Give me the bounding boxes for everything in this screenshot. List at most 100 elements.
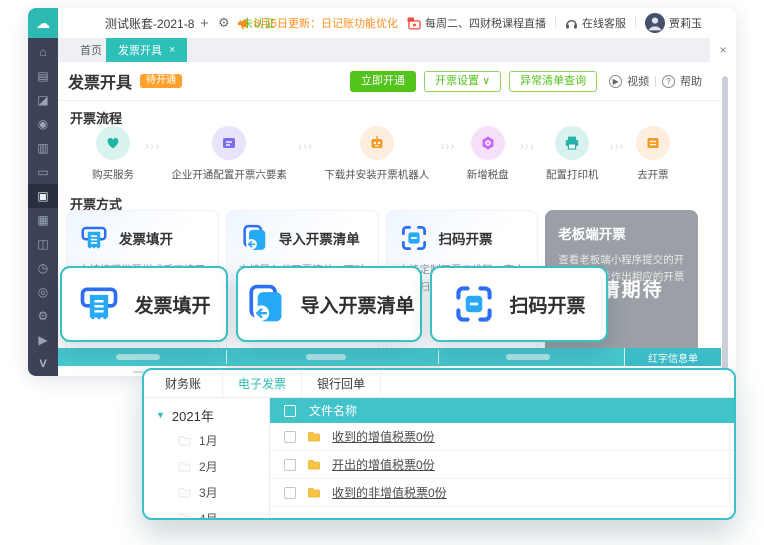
close-icon: × — [719, 43, 726, 57]
overlay-card-scan-code[interactable]: 扫码开票 — [430, 266, 608, 342]
account-name: 测试账套-2021-8 — [105, 15, 194, 32]
file-link[interactable]: 收到的增值税票0份 — [332, 428, 435, 445]
file-link[interactable]: 收到的非增值税票0份 — [332, 484, 447, 501]
overlay-card-fill-invoice[interactable]: 发票填开 — [60, 266, 228, 342]
divider — [58, 100, 722, 101]
invoice-settings-button[interactable]: 开票设置 ∨ — [424, 71, 501, 92]
step-go-invoice[interactable]: 去开票 — [636, 126, 670, 182]
app-logo[interactable]: ☁ — [28, 8, 58, 38]
tab-close-icon[interactable]: × — [169, 44, 175, 56]
tree-node-month-2[interactable]: 2月 — [144, 453, 269, 479]
invoice-printer-icon — [79, 223, 109, 253]
step-configure-elements[interactable]: 企业开通配置开票六要素 — [171, 126, 287, 182]
select-all-checkbox[interactable] — [284, 405, 296, 417]
folder-icon — [307, 459, 321, 470]
assets-icon: ▦ — [37, 213, 48, 227]
invoice-printer-icon — [77, 282, 121, 326]
sidebar-item-brand[interactable]: V — [28, 352, 58, 376]
efile-panel: 财务账 电子发票 银行回单 ▼ 2021年 1月 2月 3月 4月 — [142, 368, 736, 520]
billing-icon: ▭ — [37, 165, 48, 179]
file-link[interactable]: 开出的增值税票0份 — [332, 456, 435, 473]
overlay-card-import-list[interactable]: 导入开票清单 — [236, 266, 422, 342]
topbar-right: 8月5日更新：日记账功能优化 每周二、四财税课程直播 在线客服 — [237, 8, 702, 38]
tree-node-month-1[interactable]: 1月 — [144, 427, 269, 453]
tab-bar: 首页 发票开具 × × — [58, 38, 736, 62]
user-menu[interactable]: 贾莉玉 — [645, 13, 702, 33]
sidebar-item-history[interactable]: ◷ — [28, 256, 58, 280]
sidebar: ⌂ ▤ ◪ ◉ ▥ ▭ ▣ ▦ ◫ ◷ ◎ ⚙ ▶ V — [28, 38, 58, 376]
voucher-icon: ▤ — [37, 69, 48, 83]
step-install-robot[interactable]: 下载并安装开票机器人 — [324, 126, 429, 182]
tree-node-month-3[interactable]: 3月 — [144, 479, 269, 505]
row-checkbox[interactable] — [284, 459, 296, 471]
sidebar-item-settings[interactable]: ⚙ — [28, 304, 58, 328]
content-close-button[interactable]: × — [710, 38, 736, 62]
header-actions: 立即开通 开票设置 ∨ 异常清单查询 ▶ 视频 | ? 帮助 — [350, 71, 702, 92]
megaphone-icon — [237, 17, 250, 30]
video-link[interactable]: 视频 — [627, 73, 649, 89]
help-icon: ? — [662, 75, 675, 88]
cell-placeholder — [133, 371, 143, 373]
add-button[interactable]: + — [200, 8, 209, 38]
sidebar-item-funds[interactable]: ◉ — [28, 112, 58, 136]
printer-icon: ◫ — [37, 237, 48, 251]
row-checkbox[interactable] — [284, 431, 296, 443]
vertical-scrollbar[interactable] — [722, 76, 728, 370]
account-icon: ◎ — [38, 285, 48, 299]
live-course-link[interactable]: 每周二、四财税课程直播 — [407, 15, 546, 31]
file-row: 开出的增值税票0份 — [270, 451, 734, 479]
sidebar-item-billing[interactable]: ▭ — [28, 160, 58, 184]
row-checkbox[interactable] — [284, 487, 296, 499]
step-buy-service[interactable]: 购买服务 — [92, 126, 134, 182]
file-row: 收到的非增值税票0份 — [270, 479, 734, 507]
step-arrow-icon: ››› — [440, 139, 455, 153]
tab-invoice-active[interactable]: 发票开具 × — [106, 38, 187, 62]
funds-icon: ◉ — [38, 117, 48, 131]
tab-e-invoice[interactable]: 电子发票 — [223, 370, 302, 397]
gear-icon[interactable]: ⚙ — [218, 8, 230, 38]
step-add-tax-disk[interactable]: 新增税盘 — [467, 126, 509, 182]
tab-bank-receipt[interactable]: 银行回单 — [302, 370, 381, 397]
update-notice-link[interactable]: 8月5日更新：日记账功能优化 — [237, 15, 398, 31]
folder-outline-icon — [178, 513, 191, 521]
video-icon: ▶ — [38, 333, 47, 347]
import-list-icon — [243, 282, 287, 326]
sidebar-item-assets[interactable]: ▦ — [28, 208, 58, 232]
home-icon: ⌂ — [39, 45, 46, 59]
sidebar-item-tutorial[interactable]: ▶ — [28, 328, 58, 352]
tree-node-2021[interactable]: ▼ 2021年 — [144, 403, 269, 427]
report-icon: ◪ — [37, 93, 48, 107]
folder-icon — [307, 431, 321, 442]
step-configure-printer[interactable]: 配置打印机 — [546, 126, 599, 182]
scan-qr-icon — [452, 282, 496, 326]
help-link[interactable]: 帮助 — [680, 73, 702, 89]
sidebar-item-account[interactable]: ◎ — [28, 280, 58, 304]
cloud-icon: ☁ — [36, 16, 50, 30]
tree-node-month-4[interactable]: 4月 — [144, 505, 269, 520]
tab-label: 发票开具 — [118, 42, 162, 58]
sidebar-item-invoice-file[interactable]: ▥ — [28, 136, 58, 160]
red-letter-info-button[interactable]: 红字信息单 — [624, 348, 721, 366]
notice-text: 8月5日更新：日记账功能优化 — [254, 15, 398, 31]
divider: | — [654, 75, 657, 87]
file-row: 收到的增值税票0份 — [270, 423, 734, 451]
settings-label: 开票设置 — [435, 75, 479, 87]
scan-qr-icon — [399, 223, 429, 253]
column-divider — [438, 350, 439, 364]
abnormal-list-button[interactable]: 异常清单查询 — [509, 71, 597, 92]
tab-finance-account[interactable]: 财务账 — [144, 370, 223, 397]
robot-icon — [360, 126, 394, 160]
sidebar-item-print[interactable]: ◫ — [28, 232, 58, 256]
sidebar-item-report[interactable]: ◪ — [28, 88, 58, 112]
status-badge: 待开通 — [140, 74, 182, 88]
sidebar-item-voucher[interactable]: ▤ — [28, 64, 58, 88]
divider — [555, 17, 556, 29]
sidebar-item-home[interactable]: ⌂ — [28, 40, 58, 64]
tax-disk-icon — [471, 126, 505, 160]
activate-button[interactable]: 立即开通 — [350, 71, 416, 92]
sidebar-item-invoice-tickets[interactable]: ▣ — [28, 184, 58, 208]
folder-outline-icon — [178, 461, 191, 472]
online-support-link[interactable]: 在线客服 — [565, 15, 626, 31]
folder-icon — [307, 487, 321, 498]
divider — [635, 17, 636, 29]
